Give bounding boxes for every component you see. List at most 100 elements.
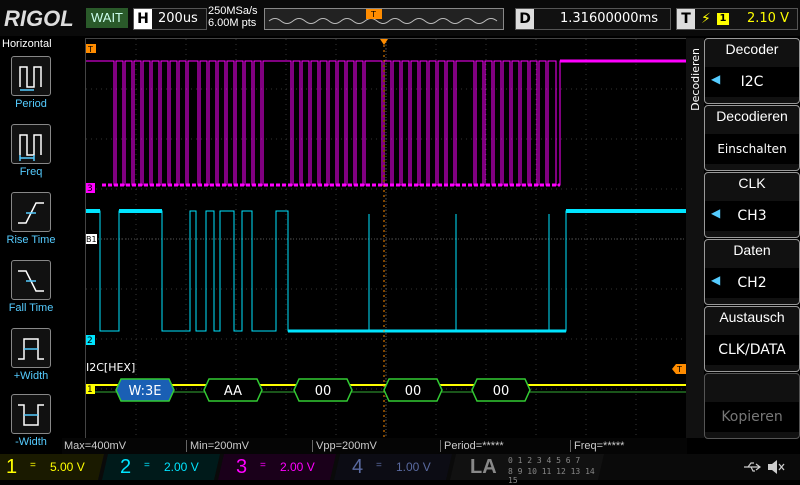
measure-fall-time[interactable]: Fall Time: [0, 260, 62, 326]
horizontal-key: H: [134, 9, 152, 29]
meas-separator: [570, 440, 571, 452]
swap-title: Austausch: [719, 309, 785, 325]
meas-separator: [186, 440, 187, 452]
fall-time-label: Fall Time: [8, 302, 54, 314]
swap-value: CLK/DATA: [705, 335, 799, 365]
data-source-button[interactable]: Daten CH2 ◀: [704, 239, 800, 305]
chevron-left-icon: ◀: [711, 72, 721, 86]
clk-source-button[interactable]: CLK CH3 ◀: [704, 172, 800, 238]
logic-analyzer-status[interactable]: LA 0 1 2 3 4 5 6 7 8 9 10 11 12 13 14 15: [470, 456, 600, 485]
graticule: [86, 39, 686, 439]
meas-min: Min=200mV: [190, 440, 250, 452]
meas-vpp: Vpp=200mV: [316, 440, 377, 452]
delay-setting[interactable]: D 1.31600000ms: [515, 8, 671, 30]
minus-width-label: -Width: [15, 436, 47, 448]
period-icon: [11, 56, 51, 96]
freq-icon: [11, 124, 51, 164]
copy-button[interactable]: Kopieren: [704, 373, 800, 439]
horizontal-measure-panel: Horizontal Period Freq Rise Time Fall Ti…: [0, 36, 62, 454]
top-status-bar: RIGOL WAIT H 200us 250MSa/s 6.00M pts T …: [0, 0, 800, 36]
chevron-left-icon: ◀: [711, 206, 721, 220]
ch3-coupling-icon: =: [260, 460, 266, 471]
mute-icon[interactable]: [766, 459, 786, 475]
waveform-display[interactable]: T 3 B1 2 1 T I2C[HEX] W:3E AA 00 00 00: [85, 38, 687, 440]
ch4-coupling-icon: =: [376, 460, 382, 471]
memory-overview[interactable]: T: [264, 8, 504, 30]
measure-rise-time[interactable]: Rise Time: [0, 192, 62, 258]
top-trigger-marker-label: T: [87, 45, 93, 54]
fall-time-icon: [11, 260, 51, 300]
trigger-key: T: [677, 9, 695, 29]
decode-label: I2C[HEX]: [86, 361, 135, 374]
delay-value: 1.31600000ms: [560, 11, 659, 26]
decode-menu: Decodieren Decoder I2C ◀ Decodieren Eins…: [686, 38, 800, 439]
decoder-title: Decoder: [725, 41, 779, 57]
channel-2-status[interactable]: 2 = 2.00 V: [120, 456, 216, 478]
clk-title: CLK: [738, 175, 766, 191]
period-label: Period: [15, 98, 47, 110]
delay-key: D: [516, 9, 534, 29]
measure-minus-width[interactable]: -Width: [0, 394, 62, 460]
rise-time-label: Rise Time: [6, 234, 56, 246]
waveform-canvas: T 3 B1 2 1 T I2C[HEX] W:3E AA 00 00 00: [86, 39, 686, 439]
la-bits-bottom: 8 9 10 11 12 13 14 15: [508, 467, 595, 485]
decode-enable-title: Decodieren: [716, 108, 788, 124]
menu-tab-label: Decodieren: [689, 48, 702, 111]
meas-period: Period=*****: [444, 440, 504, 452]
decoded-packet-value: 00: [315, 384, 332, 399]
meas-max: Max=400mV: [64, 440, 127, 452]
channel-bar: 1 = 5.00 V 2 = 2.00 V 3 = 2.00 V 4 = 1.0…: [0, 454, 800, 485]
ch1-scale: 5.00 V: [50, 460, 85, 474]
ch4-number: 4: [352, 456, 364, 478]
plus-width-icon: [11, 328, 51, 368]
trigger-edge-icon: ⚡: [701, 11, 711, 27]
brand-logo: RIGOL: [4, 6, 74, 31]
menu-tab[interactable]: Decodieren: [686, 38, 704, 438]
sample-info: 250MSa/s 6.00M pts: [208, 5, 258, 29]
channel-1-status[interactable]: 1 = 5.00 V: [6, 456, 102, 478]
ch2-marker-label: 2: [87, 336, 93, 346]
measurement-bar: Max=400mV Min=200mV Vpp=200mV Period=***…: [62, 438, 687, 454]
data-title: Daten: [733, 242, 771, 258]
rise-time-icon: [11, 192, 51, 232]
channel-4-status[interactable]: 4 = 1.00 V: [352, 456, 448, 478]
channel-3-status[interactable]: 3 = 2.00 V: [236, 456, 332, 478]
decode-enable-value: Einschalten: [705, 134, 799, 164]
chevron-left-icon: ◀: [711, 273, 721, 287]
trigger-time-marker: [380, 39, 388, 45]
measure-freq[interactable]: Freq: [0, 124, 62, 190]
ch4-scale: 1.00 V: [396, 460, 431, 474]
minus-width-icon: [11, 394, 51, 434]
memory-depth: 6.00M pts: [208, 17, 257, 29]
swap-button[interactable]: Austausch CLK/DATA: [704, 306, 800, 372]
ch3-number: 3: [236, 456, 248, 478]
ch1-coupling-icon: =: [30, 460, 36, 471]
b1-marker-label: B1: [86, 235, 97, 244]
copy-value: Kopieren: [705, 402, 799, 432]
trigger-level: 2.10 V: [747, 11, 789, 26]
ch2-number: 2: [120, 456, 132, 478]
acquisition-status[interactable]: WAIT: [86, 8, 128, 28]
trigger-setting[interactable]: T ⚡ 1 2.10 V: [676, 8, 798, 30]
horizontal-scale[interactable]: H 200us: [133, 8, 207, 30]
la-label: LA: [470, 456, 497, 478]
measure-plus-width[interactable]: +Width: [0, 328, 62, 394]
decode-enable-button[interactable]: Decodieren Einschalten: [704, 105, 800, 171]
ch3-scale: 2.00 V: [280, 460, 315, 474]
ch2-coupling-icon: =: [144, 460, 150, 471]
memory-overview-wave: T: [268, 9, 498, 24]
svg-text:T: T: [370, 10, 376, 19]
plus-width-label: +Width: [13, 370, 49, 382]
decoded-packet-value: 00: [405, 384, 422, 399]
measure-period[interactable]: Period: [0, 56, 62, 122]
trigger-level-marker-label: T: [676, 365, 682, 374]
trigger-channel: 1: [717, 13, 729, 25]
usb-icon: [744, 462, 761, 472]
la-bits-top: 0 1 2 3 4 5 6 7: [508, 456, 581, 465]
panel-title: Horizontal: [2, 38, 52, 50]
sample-rate: 250MSa/s: [208, 5, 258, 17]
decoder-select-button[interactable]: Decoder I2C ◀: [704, 38, 800, 104]
decoded-packet-value: 00: [493, 384, 510, 399]
ch2-scale: 2.00 V: [164, 460, 199, 474]
horizontal-scale-value: 200us: [158, 11, 198, 26]
